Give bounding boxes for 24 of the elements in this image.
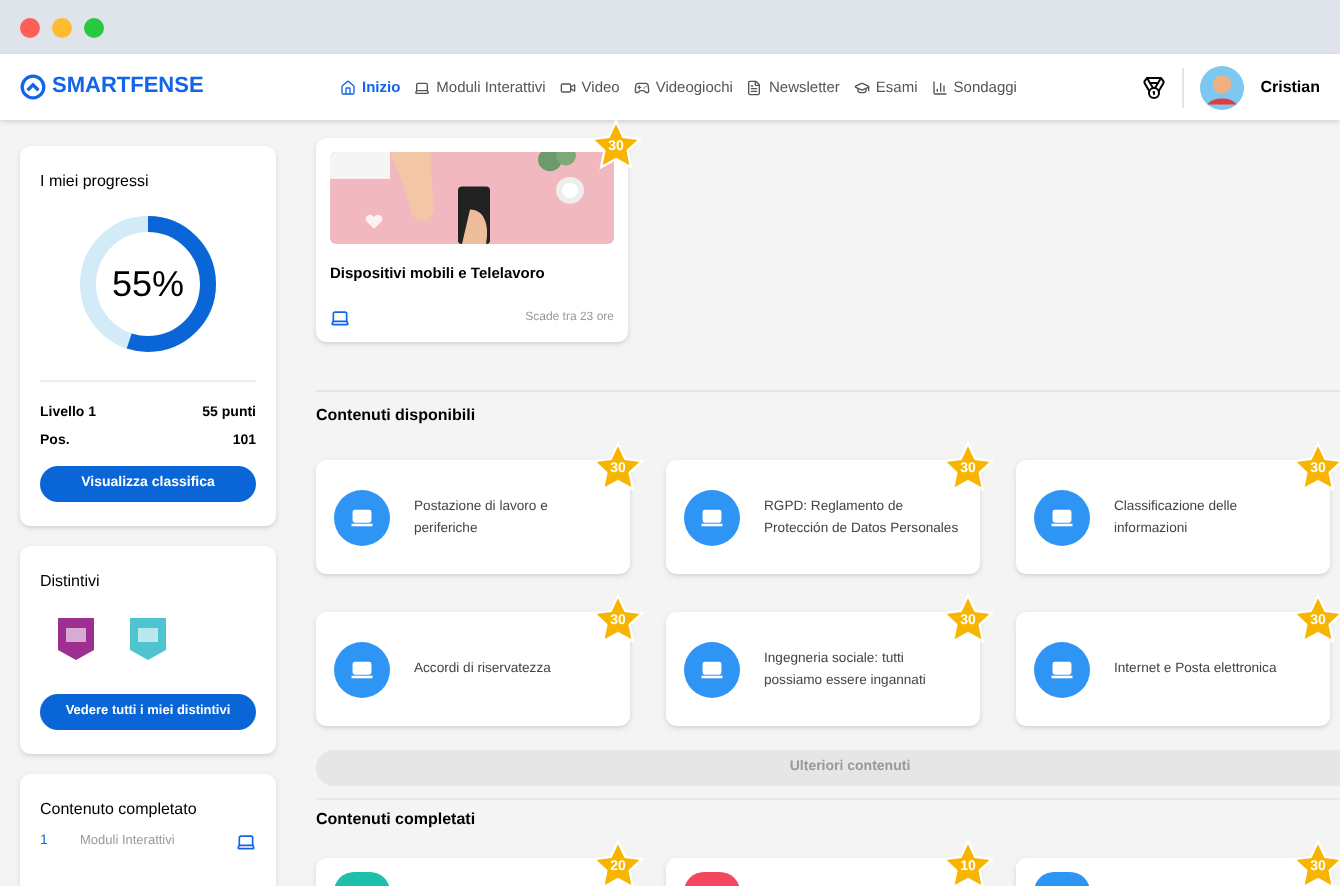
bar-chart-icon: [931, 79, 948, 95]
laptop-icon: [414, 79, 431, 95]
document-icon: [746, 79, 763, 95]
badge-icon[interactable]: [56, 614, 96, 662]
card-title: Contenuto completato: [40, 798, 199, 822]
video-icon: [559, 79, 576, 95]
graduation-cap-icon: [853, 79, 870, 95]
progress-percent: 55%: [109, 261, 187, 307]
home-icon: [340, 79, 356, 95]
content-card[interactable]: [316, 858, 630, 886]
gamepad-icon: [633, 79, 650, 95]
card-title: Distintivi: [40, 570, 102, 594]
card-title: I miei progressi: [40, 170, 151, 194]
section-title: Contenuti completati: [316, 808, 478, 832]
laptop-icon: [330, 308, 350, 328]
medal-icon[interactable]: [1142, 75, 1167, 99]
avatar-icon[interactable]: [1200, 65, 1245, 109]
content-card[interactable]: [1016, 858, 1330, 886]
laptop-icon: [236, 832, 256, 853]
logo-icon: [20, 74, 46, 100]
content-card[interactable]: [666, 858, 980, 886]
user-name[interactable]: Cristian: [1260, 75, 1320, 99]
brand-name: SMARTFENSE: [52, 72, 204, 103]
section-title: Contenuti disponibili: [316, 404, 478, 428]
